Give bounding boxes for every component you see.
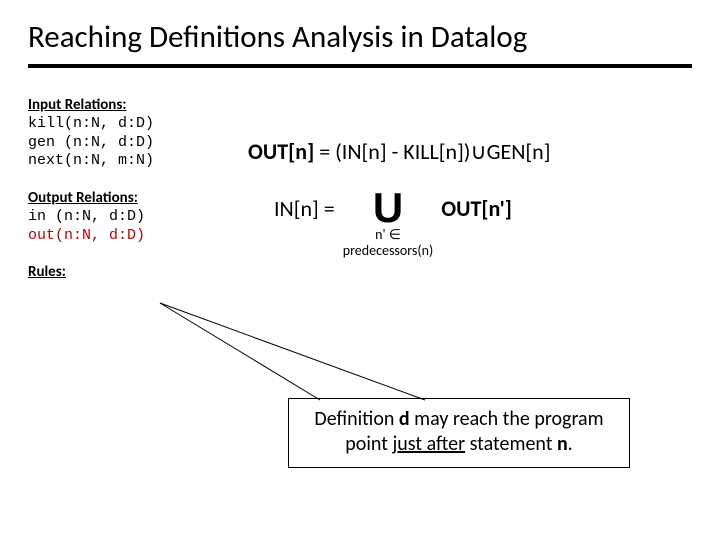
page-title: Reaching Definitions Analysis in Datalog: [28, 18, 692, 56]
big-union-block: U n' ∈ predecessors(n): [343, 189, 434, 259]
note-pre: Definition: [314, 407, 398, 431]
left-column: Input Relations: kill(n:N, d:D) gen (n:N…: [28, 96, 228, 300]
eq2-rhs: OUT[n']: [441, 189, 512, 222]
note-n: n: [557, 432, 568, 456]
content-columns: Input Relations: kill(n:N, d:D) gen (n:N…: [28, 96, 692, 300]
eq1-rhs2: GEN[n]: [487, 138, 551, 165]
definition-note: Definition d may reach the program point…: [288, 398, 630, 468]
output-relations-block: Output Relations: in (n:N, d:D) out(n:N,…: [28, 189, 228, 245]
equation-out: OUT[n] = (IN[n] - KILL[n]) ∪ GEN[n]: [248, 138, 692, 165]
output-in: in (n:N, d:D): [28, 208, 228, 227]
output-out: out(n:N, d:D): [28, 227, 228, 246]
eq1-equals: =: [314, 138, 335, 165]
title-underline: [28, 64, 692, 68]
equation-in: IN[n] = U n' ∈ predecessors(n) OUT[n']: [248, 189, 692, 259]
big-union-sub2: predecessors(n): [343, 243, 434, 259]
union-icon: ∪: [470, 138, 486, 165]
rules-heading: Rules:: [28, 263, 228, 282]
note-post2: .: [568, 432, 573, 456]
slide: Reaching Definitions Analysis in Datalog…: [0, 0, 720, 540]
right-column: OUT[n] = (IN[n] - KILL[n]) ∪ GEN[n] IN[n…: [228, 96, 692, 259]
output-relations-heading: Output Relations:: [28, 189, 228, 208]
eq1-lhs: OUT[n]: [248, 138, 314, 165]
input-relations-code: kill(n:N, d:D) gen (n:N, d:D) next(n:N, …: [28, 115, 228, 171]
note-d: d: [399, 407, 410, 431]
eq1-rhs1: (IN[n] - KILL[n]): [335, 138, 470, 165]
big-union-icon: U: [373, 189, 403, 227]
eq2-lhs: IN[n] =: [248, 189, 335, 222]
note-post1: statement: [465, 432, 557, 456]
rules-block: Rules:: [28, 263, 228, 282]
big-union-sub1: n' ∈: [375, 227, 401, 243]
input-relations-heading: Input Relations:: [28, 96, 228, 115]
note-after: just after: [392, 432, 465, 456]
input-relations-block: Input Relations: kill(n:N, d:D) gen (n:N…: [28, 96, 228, 171]
